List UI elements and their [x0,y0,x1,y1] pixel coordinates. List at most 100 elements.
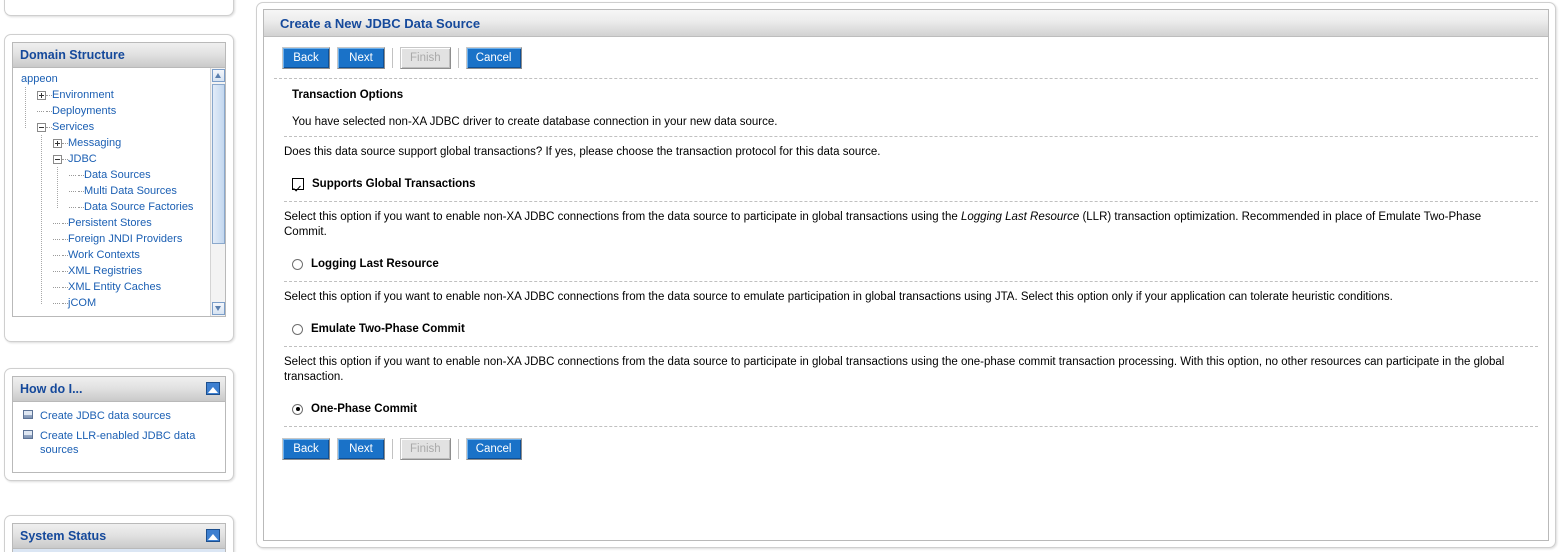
one-phase-commit-label: One-Phase Commit [311,403,417,415]
system-status-header: System Status [13,524,225,549]
tree-connector-icon [53,283,62,292]
one-phase-commit-row[interactable]: One-Phase Commit [264,393,1548,426]
tree-item-xml-registries[interactable]: XML Registries [13,263,213,279]
page-root: delete items in this domain. Domain Stru… [0,0,1564,552]
tree-collapse-icon[interactable] [53,155,62,164]
tree-item-label[interactable]: jCOM [68,297,96,309]
how-do-i-link[interactable]: Create LLR-enabled JDBC data sources [40,430,195,456]
tree-item-label[interactable]: XML Entity Caches [68,281,161,293]
tree-connector-icon [62,251,68,260]
tree-connector-icon [46,123,52,132]
button-separator [458,48,459,68]
tree-item-environment[interactable]: Environment [13,87,213,103]
scroll-up-arrow-icon[interactable] [212,69,225,82]
next-button-bottom[interactable]: Next [337,438,385,460]
tree-expand-icon[interactable] [37,91,46,100]
document-icon [23,430,33,439]
cancel-button-bottom[interactable]: Cancel [466,438,522,460]
tree-expand-icon[interactable] [53,139,62,148]
logging-last-resource-label: Logging Last Resource [311,258,439,270]
collapse-icon[interactable] [206,382,220,395]
tree-item-foreign-jndi-providers[interactable]: Foreign JNDI Providers [13,231,213,247]
tree-item-label[interactable]: appeon [21,73,58,85]
tree-connector-icon [37,107,46,116]
tree-item-services[interactable]: Services [13,119,213,135]
section-title-transaction-options: Transaction Options [264,79,1548,110]
scroll-down-arrow-icon[interactable] [212,302,225,315]
tree-connector-icon [78,171,84,180]
llr-desc-italic: Logging Last Resource [961,211,1079,223]
tree-connector-icon [62,219,68,228]
next-button-top[interactable]: Next [337,47,385,69]
wizard-button-bar-bottom: BackNextFinishCancel [264,427,1548,469]
tree-connector-icon [46,107,52,116]
tree-item-jcom[interactable]: jCOM [13,295,213,311]
tree-collapse-icon[interactable] [37,123,46,132]
tree-connector-icon [78,203,84,212]
tree-item-label[interactable]: Messaging [68,137,121,149]
emulate-two-phase-label: Emulate Two-Phase Commit [311,323,465,335]
tree-item-data-source-factories[interactable]: Data Source Factories [13,199,213,215]
emulate-two-phase-radio[interactable] [292,324,303,335]
main-panel-inner: Create a New JDBC Data Source BackNextFi… [263,9,1549,541]
tree-connector-icon [62,299,68,308]
tree-connector-icon [46,91,52,100]
portlet-truncated-top: delete items in this domain. [4,0,234,16]
tree-item-label[interactable]: Environment [52,89,114,101]
how-do-i-link[interactable]: Create JDBC data sources [40,410,171,422]
tree-connector-icon [53,219,62,228]
domain-structure-tree-wrap: appeon Environment Deployments Services Mess… [13,68,225,316]
portlet-how-do-i: How do I... Create JDBC data sources Crea… [4,368,234,481]
tree-item-label[interactable]: Deployments [52,105,116,117]
tree-item-deployments[interactable]: Deployments [13,103,213,119]
tree-item-label[interactable]: JDBC [68,153,97,165]
domain-structure-header: Domain Structure [13,43,225,68]
tree-item-persistent-stores[interactable]: Persistent Stores [13,215,213,231]
button-separator [458,439,459,459]
collapse-icon[interactable] [206,529,220,542]
tree-item-jdbc[interactable]: JDBC [13,151,213,167]
portlet-domain-structure: Domain Structure appeon Environment Deploy… [4,34,234,342]
tree-item-data-sources[interactable]: Data Sources [13,167,213,183]
tree-item-label[interactable]: Multi Data Sources [84,185,177,197]
back-button-top[interactable]: Back [282,47,330,69]
tree-item-label[interactable]: Services [52,121,94,133]
domain-tree[interactable]: appeon Environment Deployments Services Mess… [13,71,213,311]
supports-global-transactions-row[interactable]: Supports Global Transactions [264,168,1548,201]
how-do-i-item[interactable]: Create LLR-enabled JDBC data sources [19,429,219,457]
page-title: Create a New JDBC Data Source [280,16,480,31]
intro-text: You have selected non-XA JDBC driver to … [264,110,1548,136]
tree-connector-icon [62,235,68,244]
how-do-i-item[interactable]: Create JDBC data sources [19,409,219,423]
cancel-button-top[interactable]: Cancel [466,47,522,69]
tree-item-messaging[interactable]: Messaging [13,135,213,151]
emulate-two-phase-row[interactable]: Emulate Two-Phase Commit [264,313,1548,346]
main-panel-body: BackNextFinishCancel Transaction Options… [264,37,1548,469]
tree-item-label[interactable]: Data Sources [84,169,151,181]
tree-item-label[interactable]: XML Registries [68,265,142,277]
tree-item-label[interactable]: Work Contexts [68,249,140,261]
tree-item-label[interactable]: Data Source Factories [84,201,193,213]
document-icon [23,410,33,419]
tree-item-xml-entity-caches[interactable]: XML Entity Caches [13,279,213,295]
one-phase-commit-radio[interactable] [292,404,303,415]
supports-global-transactions-checkbox[interactable] [292,178,304,190]
tree-item-appeon[interactable]: appeon [13,71,213,87]
tree-scrollbar[interactable] [210,68,225,316]
back-button-bottom[interactable]: Back [282,438,330,460]
system-status-inner: System Status [12,523,226,552]
tree-connector-icon [78,187,84,196]
tree-item-multi-data-sources[interactable]: Multi Data Sources [13,183,213,199]
tree-item-label[interactable]: Persistent Stores [68,217,152,229]
scrollbar-thumb[interactable] [212,84,225,244]
how-do-i-title: How do I... [20,382,83,396]
tree-item-work-contexts[interactable]: Work Contexts [13,247,213,263]
tree-item-label[interactable]: Foreign JNDI Providers [68,233,182,245]
tree-connector-icon [62,283,68,292]
logging-last-resource-radio[interactable] [292,259,303,270]
tree-connector-icon [53,235,62,244]
tree-connector-icon [69,187,78,196]
tree-connector-icon [53,267,62,276]
one-phase-commit-description: Select this option if you want to enable… [264,347,1548,393]
logging-last-resource-row[interactable]: Logging Last Resource [264,248,1548,281]
